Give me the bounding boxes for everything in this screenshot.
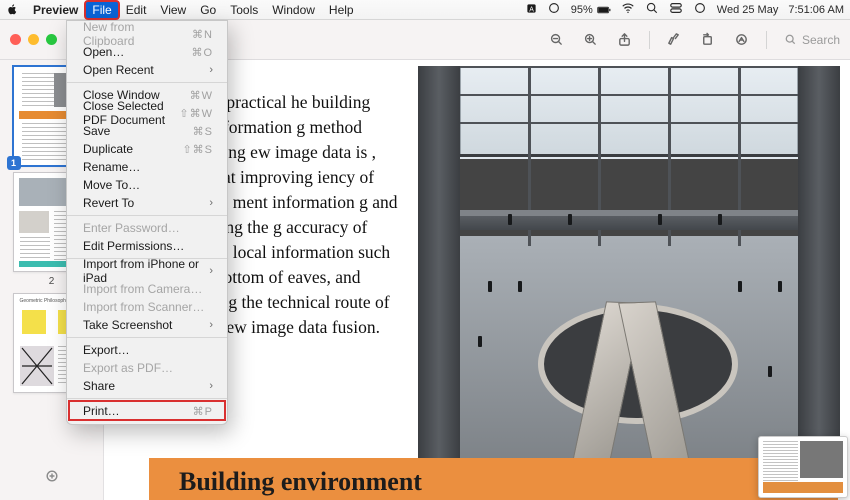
rotate-button[interactable] [695,28,721,52]
file-menu-dropdown: New from Clipboard⌘NOpen…⌘OOpen Recent›C… [66,20,228,425]
menu-item-rename[interactable]: Rename… [67,158,227,176]
battery-percent: 95% [571,4,593,16]
macro-icon[interactable] [547,1,561,18]
menu-item-edit-permissions[interactable]: Edit Permissions… [67,237,227,255]
menu-go[interactable]: Go [193,1,223,19]
close-window-button[interactable] [10,34,21,45]
traffic-lights [10,34,57,45]
menu-view[interactable]: View [153,1,193,19]
menu-tools[interactable]: Tools [223,1,265,19]
minimize-window-button[interactable] [28,34,39,45]
search-placeholder: Search [802,33,840,47]
highlight-button[interactable] [661,28,687,52]
spotlight-icon[interactable] [645,1,659,18]
sidebar-add-button[interactable] [39,463,65,494]
siri-icon[interactable] [693,1,707,18]
menu-item-duplicate[interactable]: Duplicate⇧⌘S [67,140,227,158]
zoom-out-button[interactable] [544,28,570,52]
menu-item-move-to[interactable]: Move To… [67,176,227,194]
menu-item-import-from-scanner: Import from Scanner… [67,298,227,316]
menu-item-print[interactable]: Print…⌘P [67,402,227,420]
menubar-time[interactable]: 7:51:06 AM [788,4,844,16]
menu-item-export-as-pdf: Export as PDF… [67,359,227,377]
page-overview-panel[interactable] [758,436,848,498]
wifi-icon[interactable] [621,1,635,18]
markup-button[interactable] [729,28,755,52]
page-badge: 1 [7,156,21,170]
zoom-in-button[interactable] [578,28,604,52]
menu-item-import-from-camera: Import from Camera… [67,280,227,298]
apple-menu-icon[interactable] [6,4,18,16]
document-photo [418,66,840,490]
macos-menu-bar: Preview File Edit View Go Tools Window H… [0,0,850,20]
menu-item-new-from-clipboard: New from Clipboard⌘N [67,25,227,43]
svg-text:A: A [529,6,534,13]
menu-item-close-selected-pdf-document[interactable]: Close Selected PDF Document⇧⌘W [67,104,227,122]
menu-item-revert-to[interactable]: Revert To› [67,194,227,212]
page-number-label: 2 [49,276,55,287]
document-heading: Building environment [179,467,422,497]
menu-help[interactable]: Help [322,1,361,19]
menu-file[interactable]: File [85,1,118,19]
menu-status-area: A 95% Wed 25 May 7:51:06 AM [526,1,844,18]
menu-item-open-recent[interactable]: Open Recent› [67,61,227,79]
menu-item-share[interactable]: Share› [67,377,227,395]
control-center-icon[interactable] [669,1,683,18]
search-field[interactable]: Search [784,33,840,47]
battery-status[interactable]: 95% [571,3,611,17]
menu-item-take-screenshot[interactable]: Take Screenshot› [67,316,227,334]
input-menu-icon[interactable]: A [526,3,537,17]
document-heading-band: Building environment [149,458,838,500]
menubar-date[interactable]: Wed 25 May [717,4,779,16]
fullscreen-window-button[interactable] [46,34,57,45]
share-button[interactable] [612,28,638,52]
menu-edit[interactable]: Edit [119,1,154,19]
menu-app-name[interactable]: Preview [26,1,85,19]
menu-window[interactable]: Window [265,1,322,19]
search-icon [784,33,797,46]
menu-item-enter-password: Enter Password… [67,219,227,237]
menu-item-import-from-iphone-or-ipad[interactable]: Import from iPhone or iPad› [67,262,227,280]
menu-item-export[interactable]: Export… [67,341,227,359]
